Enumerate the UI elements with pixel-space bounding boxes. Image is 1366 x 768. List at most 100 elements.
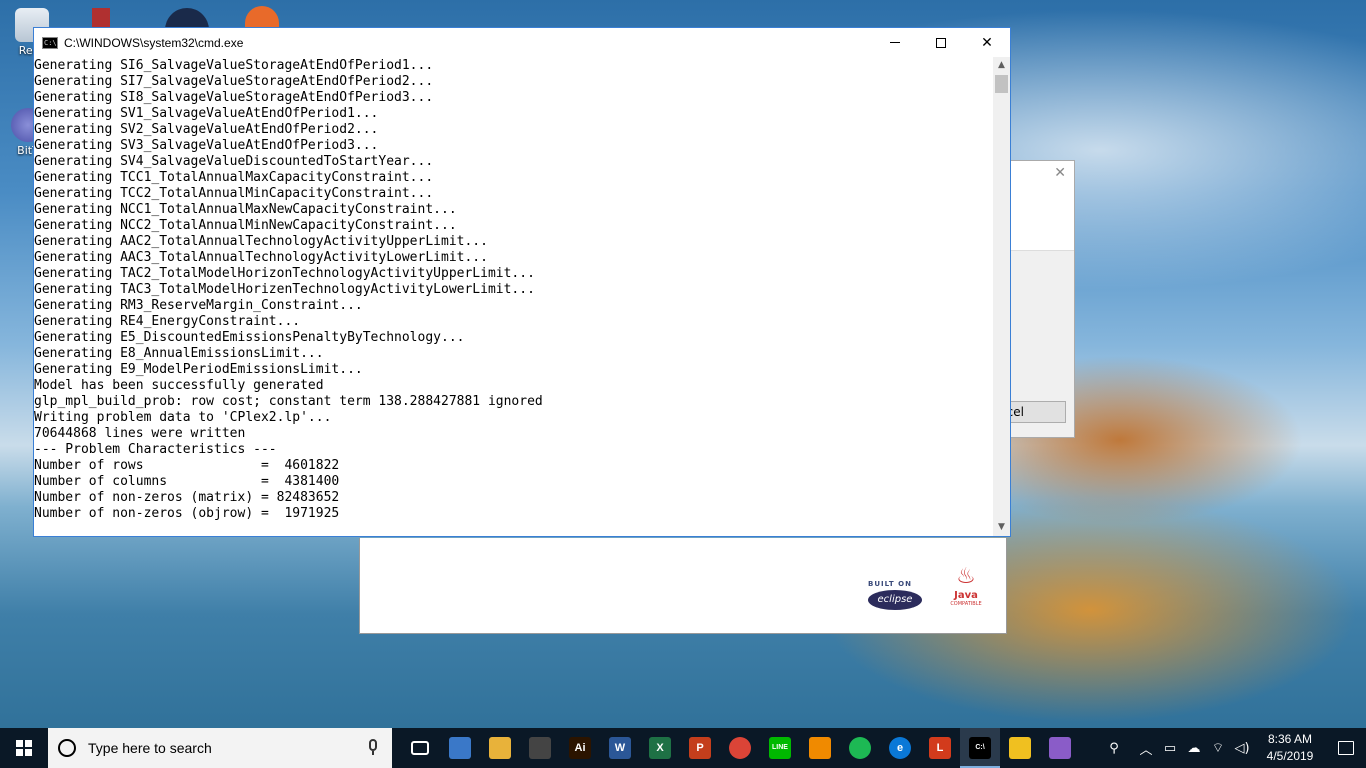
taskbar: Type here to search Ai W X P LINE e L C:\ ⚲ ︿ ▭… — [0, 728, 1366, 768]
taskbar-app-powerpoint[interactable]: P — [680, 728, 720, 768]
paint3d-icon — [1049, 737, 1071, 759]
people-icon[interactable]: ⚲ — [1102, 728, 1126, 768]
scroll-up-arrow-icon[interactable]: ▲ — [993, 57, 1010, 74]
console-line: Number of non-zeros (matrix) = 82483652 — [34, 490, 340, 505]
clock[interactable]: 8:36 AM 4/5/2019 — [1254, 731, 1326, 765]
console-line: Number of non-zeros (objrow) = 1971925 — [34, 506, 340, 521]
app-l-icon: L — [929, 737, 951, 759]
console-line: Generating SI6_SalvageValueStorageAtEndO… — [34, 58, 434, 73]
start-button[interactable] — [0, 728, 48, 768]
file-explorer-icon — [489, 737, 511, 759]
console-line: Generating RM3_ReserveMargin_Constraint.… — [34, 298, 363, 313]
built-on-eclipse-logo: BUILT ON eclipse — [868, 580, 932, 620]
taskbar-apps: Ai W X P LINE e L C:\ — [400, 728, 1080, 768]
powerpoint-icon: P — [689, 737, 711, 759]
wifi-icon[interactable]: ⌔ — [1206, 728, 1230, 768]
taskbar-app-store[interactable] — [520, 728, 560, 768]
console-line: Generating TCC1_TotalAnnualMaxCapacityCo… — [34, 170, 434, 185]
console-line: Generating TAC3_TotalModelHorizenTechnol… — [34, 282, 535, 297]
search-box[interactable]: Type here to search — [48, 728, 392, 768]
console-line: 70644868 lines were written — [34, 426, 246, 441]
volume-icon[interactable]: ◁) — [1230, 728, 1254, 768]
vlc-icon — [809, 737, 831, 759]
taskbar-app-paint[interactable] — [440, 728, 480, 768]
console-line: Generating NCC1_TotalAnnualMaxNewCapacit… — [34, 202, 457, 217]
taskbar-app-file-explorer[interactable] — [480, 728, 520, 768]
edge-icon: e — [889, 737, 911, 759]
console-line: Generating TAC2_TotalModelHorizonTechnol… — [34, 266, 535, 281]
battery-icon[interactable]: ▭ — [1158, 728, 1182, 768]
spotify-icon — [849, 737, 871, 759]
scroll-down-arrow-icon[interactable]: ▼ — [993, 519, 1010, 536]
scroll-thumb[interactable] — [995, 75, 1008, 93]
clock-time: 8:36 AM — [1267, 732, 1313, 746]
cloud-icon[interactable]: ☁ — [1182, 728, 1206, 768]
console-line: Generating NCC2_TotalAnnualMinNewCapacit… — [34, 218, 457, 233]
task-view-icon — [411, 741, 429, 755]
console-line: Writing problem data to 'CPlex2.lp'... — [34, 410, 332, 425]
console-output[interactable]: Generating SI6_SalvageValueStorageAtEndO… — [34, 57, 993, 536]
taskbar-app-chrome[interactable] — [720, 728, 760, 768]
taskbar-app-edge[interactable]: e — [880, 728, 920, 768]
console-line: Generating SI7_SalvageValueStorageAtEndO… — [34, 74, 434, 89]
java-label: Java — [954, 590, 978, 601]
taskbar-app-app-l[interactable]: L — [920, 728, 960, 768]
maximize-icon — [936, 37, 946, 48]
vertical-scrollbar[interactable]: ▲ ▼ — [993, 57, 1010, 536]
app-cross-icon — [1009, 737, 1031, 759]
chrome-icon — [729, 737, 751, 759]
java-sub-label: COMPATIBLE — [950, 601, 982, 607]
console-line: Number of rows = 4601822 — [34, 458, 340, 473]
line-icon: LINE — [769, 737, 791, 759]
taskbar-app-word[interactable]: W — [600, 728, 640, 768]
notification-center-button[interactable] — [1326, 728, 1366, 768]
taskbar-app-paint3d[interactable] — [1040, 728, 1080, 768]
close-icon[interactable]: ✕ — [1054, 165, 1066, 181]
taskbar-app-line[interactable]: LINE — [760, 728, 800, 768]
cmd-window[interactable]: C:\ C:\WINDOWS\system32\cmd.exe ✕ Genera… — [33, 27, 1011, 537]
eclipse-splash-footer: BUILT ON eclipse ♨ Java COMPATIBLE — [359, 538, 1007, 634]
console-line: Generating SV3_SalvageValueAtEndOfPeriod… — [34, 138, 379, 153]
taskbar-app-cmd[interactable]: C:\ — [960, 728, 1000, 768]
taskbar-app-spotify[interactable] — [840, 728, 880, 768]
taskbar-app-vlc[interactable] — [800, 728, 840, 768]
taskbar-app-task-view[interactable] — [400, 728, 440, 768]
console-line: Generating E5_DiscountedEmissionsPenalty… — [34, 330, 465, 345]
cmd-icon: C:\ — [969, 737, 991, 759]
minimize-icon — [890, 42, 900, 43]
notification-icon — [1338, 741, 1354, 755]
paint-icon — [449, 737, 471, 759]
word-icon: W — [609, 737, 631, 759]
search-icon — [58, 739, 76, 757]
window-title: C:\WINDOWS\system32\cmd.exe — [64, 35, 244, 50]
store-icon — [529, 737, 551, 759]
taskbar-app-excel[interactable]: X — [640, 728, 680, 768]
maximize-button[interactable] — [918, 28, 964, 57]
cmd-titlebar[interactable]: C:\ C:\WINDOWS\system32\cmd.exe ✕ — [34, 28, 1010, 57]
console-line: Generating SV1_SalvageValueAtEndOfPeriod… — [34, 106, 379, 121]
chevron-up-icon[interactable]: ︿ — [1134, 728, 1158, 768]
console-line: Model has been successfully generated — [34, 378, 324, 393]
console-line: Generating E8_AnnualEmissionsLimit... — [34, 346, 324, 361]
minimize-button[interactable] — [872, 28, 918, 57]
excel-icon: X — [649, 737, 671, 759]
taskbar-app-app-cross[interactable] — [1000, 728, 1040, 768]
close-icon: ✕ — [981, 34, 993, 51]
java-compatible-logo: ♨ Java COMPATIBLE — [950, 564, 982, 618]
console-line: Generating AAC2_TotalAnnualTechnologyAct… — [34, 234, 488, 249]
windows-logo-icon — [16, 740, 32, 756]
console-line: Number of columns = 4381400 — [34, 474, 340, 489]
taskbar-app-illustrator[interactable]: Ai — [560, 728, 600, 768]
illustrator-icon: Ai — [569, 737, 591, 759]
eclipse-logo-text: eclipse — [868, 590, 922, 610]
console-line: --- Problem Characteristics --- — [34, 442, 277, 457]
clock-date: 4/5/2019 — [1266, 749, 1314, 763]
close-button[interactable]: ✕ — [964, 28, 1010, 57]
search-placeholder: Type here to search — [88, 740, 212, 756]
console-line: Generating SI8_SalvageValueStorageAtEndO… — [34, 90, 434, 105]
background-dialog-header: ✕ — [1000, 161, 1074, 251]
java-cup-icon: ♨ — [956, 564, 976, 589]
microphone-icon[interactable] — [368, 739, 378, 757]
console-line: Generating RE4_EnergyConstraint... — [34, 314, 301, 329]
console-line: Generating E9_ModelPeriodEmissionsLimit.… — [34, 362, 363, 377]
